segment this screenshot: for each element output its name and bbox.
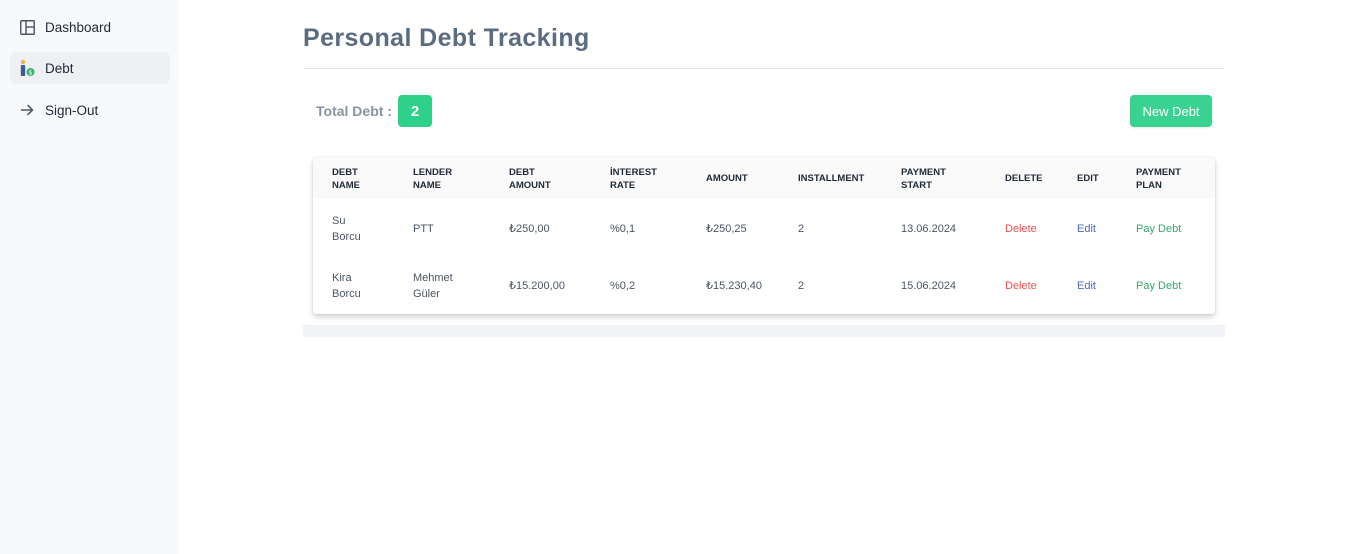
- sidebar-item-label: Debt: [45, 60, 74, 76]
- debt-table: DEBT NAME LENDER NAME DEBT AMOUNT İNTEREST R…: [313, 157, 1215, 314]
- svg-text:$: $: [29, 69, 33, 76]
- sidebar-item-debt[interactable]: $ Debt: [10, 52, 170, 84]
- sidebar-item-label: Dashboard: [45, 19, 112, 35]
- page-title: Personal Debt Tracking: [303, 24, 590, 52]
- header-debt-name: DEBT NAME: [332, 167, 360, 191]
- header-lender-name: LENDER NAME: [413, 167, 453, 191]
- header-payment-start: PAYMENT START: [901, 167, 946, 191]
- total-debt-label: Total Debt :: [316, 103, 392, 119]
- header-delete: DELETE: [1005, 173, 1043, 184]
- table-header: DEBT NAME LENDER NAME DEBT AMOUNT İNTEREST R…: [313, 157, 1215, 199]
- cell-lender-name: Mehmet Güler: [413, 271, 453, 300]
- sidebar-item-sign-out[interactable]: Sign-Out: [10, 94, 170, 126]
- header-interest-rate: İNTEREST RATE: [610, 167, 657, 191]
- cell-amount: ₺15.230,40: [706, 279, 762, 292]
- cell-payment-start: 15.06.2024: [901, 279, 957, 292]
- cell-debt-name: Kira Borcu: [332, 271, 361, 300]
- new-debt-button[interactable]: New Debt: [1130, 95, 1212, 127]
- table-row: Su Borcu PTT ₺250,00 %0,1 ₺250,25 2 13.06…: [313, 200, 1215, 257]
- header-installment: INSTALLMENT: [798, 173, 865, 184]
- divider: [303, 68, 1225, 69]
- delete-link[interactable]: Delete: [1005, 221, 1037, 237]
- total-debt-badge: 2: [398, 95, 432, 127]
- sidebar-item-dashboard[interactable]: Dashboard: [10, 11, 170, 43]
- cell-payment-start: 13.06.2024: [901, 222, 957, 235]
- cell-installment: 2: [798, 279, 805, 292]
- person-money-icon: $: [18, 59, 36, 77]
- cell-debt-amount: ₺15.200,00: [509, 279, 565, 292]
- pay-debt-link[interactable]: Pay Debt: [1136, 221, 1181, 237]
- header-payment-plan: PAYMENT PLAN: [1136, 167, 1181, 191]
- cell-interest-rate: %0,1: [610, 222, 636, 235]
- cell-debt-amount: ₺250,00: [509, 222, 550, 235]
- table-row: Kira Borcu Mehmet Güler ₺15.200,00 %0,2 ₺1…: [313, 257, 1215, 314]
- sidebar: Dashboard $ Debt Sign-Out: [0, 0, 179, 554]
- edit-link[interactable]: Edit: [1077, 221, 1096, 237]
- layout-icon: [18, 18, 36, 36]
- sidebar-item-label: Sign-Out: [45, 102, 99, 118]
- edit-link[interactable]: Edit: [1077, 278, 1096, 294]
- cell-amount: ₺250,25: [706, 222, 747, 235]
- header-edit: EDIT: [1077, 173, 1099, 184]
- pay-debt-link[interactable]: Pay Debt: [1136, 278, 1181, 294]
- delete-link[interactable]: Delete: [1005, 278, 1037, 294]
- cell-installment: 2: [798, 222, 805, 235]
- cell-lender-name: PTT: [413, 222, 434, 235]
- arrow-right-icon: [18, 101, 36, 119]
- cell-interest-rate: %0,2: [610, 279, 636, 292]
- cell-debt-name: Su Borcu: [332, 214, 361, 243]
- header-amount: AMOUNT: [706, 173, 748, 184]
- horizontal-scrollbar[interactable]: [303, 325, 1225, 337]
- header-debt-amount: DEBT AMOUNT: [509, 167, 551, 191]
